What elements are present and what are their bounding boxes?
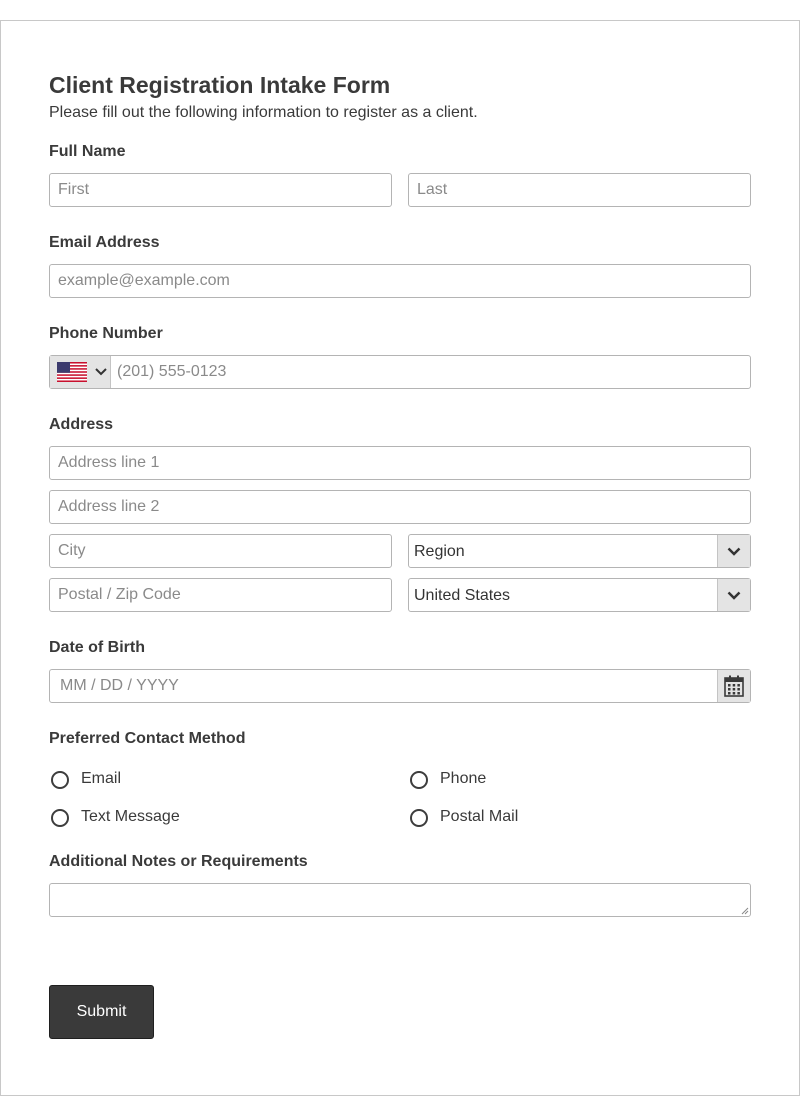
email-input[interactable] xyxy=(49,264,751,298)
last-name-input[interactable] xyxy=(408,173,751,207)
us-flag-icon xyxy=(57,362,87,382)
country-select[interactable]: United States xyxy=(408,578,751,612)
chevron-down-icon xyxy=(95,368,107,376)
country-code-dropdown[interactable] xyxy=(50,356,111,388)
radio-text-message[interactable] xyxy=(51,809,69,827)
first-name-input[interactable] xyxy=(49,173,392,207)
chevron-down-icon xyxy=(727,591,741,600)
country-dropdown-button[interactable] xyxy=(717,579,750,611)
radio-phone[interactable] xyxy=(410,771,428,789)
notes-wrapper xyxy=(49,883,751,917)
submit-button[interactable]: Submit xyxy=(49,985,154,1039)
radio-email-label[interactable]: Email xyxy=(81,770,121,788)
form-title: Client Registration Intake Form xyxy=(49,72,391,98)
radio-text-message-label[interactable]: Text Message xyxy=(81,808,180,826)
region-dropdown-button[interactable] xyxy=(717,535,750,567)
calendar-button[interactable] xyxy=(717,670,750,702)
dob-field xyxy=(49,669,751,703)
full-name-label: Full Name xyxy=(49,143,126,160)
resize-handle-icon[interactable] xyxy=(741,907,749,915)
chevron-down-icon xyxy=(727,547,741,556)
radio-postal-mail[interactable] xyxy=(410,809,428,827)
radio-email[interactable] xyxy=(51,771,69,789)
address-label: Address xyxy=(49,416,114,433)
phone-label: Phone Number xyxy=(49,325,163,342)
address-line2-input[interactable] xyxy=(49,490,751,524)
postal-code-input[interactable] xyxy=(49,578,392,612)
radio-phone-label[interactable]: Phone xyxy=(440,770,486,788)
dob-label: Date of Birth xyxy=(49,639,145,656)
dob-input[interactable] xyxy=(50,670,718,702)
form-subtitle: Please fill out the following informatio… xyxy=(49,104,478,121)
notes-label: Additional Notes or Requirements xyxy=(49,853,308,870)
email-label: Email Address xyxy=(49,234,160,251)
country-select-value: United States xyxy=(414,587,511,604)
address-line1-input[interactable] xyxy=(49,446,751,480)
phone-field xyxy=(49,355,751,389)
calendar-icon xyxy=(724,675,744,697)
contact-method-label: Preferred Contact Method xyxy=(49,730,246,747)
region-select[interactable]: Region xyxy=(408,534,751,568)
region-select-value: Region xyxy=(414,543,465,560)
city-input[interactable] xyxy=(49,534,392,568)
phone-input[interactable] xyxy=(111,356,747,388)
notes-textarea[interactable] xyxy=(49,883,751,917)
radio-postal-mail-label[interactable]: Postal Mail xyxy=(440,808,518,826)
